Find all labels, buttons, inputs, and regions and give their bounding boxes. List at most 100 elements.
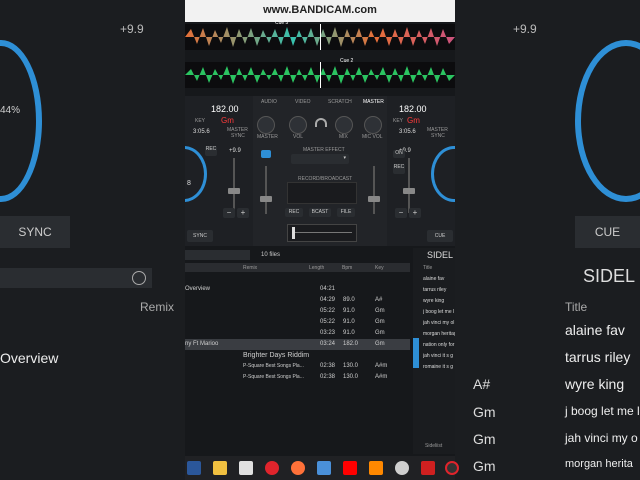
youtube-icon[interactable] [343,461,357,475]
deck-a-fx-button[interactable] [261,150,271,158]
bg-item-3: j boog let me l [565,404,640,418]
deck-b-volume-cap[interactable] [368,196,380,202]
mix-knob[interactable] [335,116,353,134]
deck-a-rec-label: REC [205,146,217,152]
track-bpm: 130.0 [343,374,359,380]
table-row[interactable]: P-Square Best Songs Pla... 02:38 130.0 A#m [185,372,410,383]
sideview-item[interactable]: jah vinci it s g [423,353,455,359]
deck-a-plus-button[interactable]: + [237,208,249,218]
vlc-icon[interactable] [369,461,383,475]
sideview-item[interactable]: wyre king [423,298,455,304]
track-length: 02:38 [320,374,336,380]
deck-b-volume-fader[interactable] [373,166,375,214]
track-length: 05:22 [320,319,336,325]
settings-gear-icon[interactable] [395,461,409,475]
rec-button[interactable]: REC [285,208,303,217]
bg-overview-text: Overview [0,350,59,366]
sideview-item[interactable]: romaine it s g [423,364,455,370]
deck-b-time: 3:05.6 [399,129,416,135]
bandicam-watermark: www.BANDICAM.com [185,0,455,22]
table-row[interactable]: P-Square Best Songs Pla... 02:38 130.0 A#m [185,361,410,372]
header-key[interactable]: Key [375,265,384,271]
waveform-deck-a[interactable]: Cue 5 [185,20,455,50]
track-bpm: 130.0 [343,363,359,369]
track-length: 03:24 [320,341,336,347]
deck-a-key[interactable]: Gm [221,116,234,125]
headphones-icon[interactable] [315,118,327,127]
word-icon[interactable] [187,461,201,475]
sideview-item[interactable]: alaine fav [423,276,455,282]
deck-b-pitch-fader[interactable] [408,158,410,213]
table-row[interactable]: 03:23 91.0 Gm [185,328,410,339]
background-right-blur: +9.9 CUE SIDEL Title alaine fav tarrus r… [455,0,640,480]
table-row[interactable]: 04:29 89.0 A# [185,295,410,306]
table-row[interactable]: 05:22 91.0 Gm [185,317,410,328]
header-bpm[interactable]: Bpm [342,265,352,271]
deck-b-rec-button[interactable]: REC [393,164,405,174]
record-icon[interactable] [445,461,459,475]
firefox-icon[interactable] [291,461,305,475]
sideview-item[interactable]: tarrus riley [423,287,455,293]
crossfader-cap[interactable] [292,227,295,239]
mic-volume-knob[interactable] [364,116,382,134]
sideview-vertical-tab[interactable] [413,338,419,368]
sideview-item[interactable]: morgan heritag [423,331,455,337]
deck-a-sync-button[interactable]: SYNC [187,230,213,242]
sideview-item[interactable]: j boog let me l [423,309,455,315]
file-button[interactable]: FILE [337,208,355,217]
track-bpm: 91.0 [343,330,355,336]
deck-a-volume-cap[interactable] [260,196,272,202]
deck-a-volume-fader[interactable] [265,166,267,214]
volume-knob[interactable] [289,116,307,134]
playhead-a [320,24,321,50]
master-knob[interactable] [257,116,275,134]
broadcast-button[interactable]: BCAST [309,208,331,217]
deck-b-rec-label: REC [393,164,405,170]
track-bpm: 91.0 [343,308,355,314]
tab-scratch[interactable]: SCRATCH [328,99,352,105]
waveform-deck-b[interactable]: Cue 2 [185,58,455,88]
deck-b-cue-button[interactable]: CUE [427,230,453,242]
track-length: 02:38 [320,363,336,369]
deck-a-rec-button[interactable]: REC [205,146,217,156]
network-icon[interactable] [317,461,331,475]
tab-audio[interactable]: AUDIO [261,99,277,105]
file-explorer-icon[interactable] [213,461,227,475]
bg-item-1: tarrus riley [565,349,631,365]
crossfader[interactable] [287,224,357,242]
bandicam-icon[interactable] [421,461,435,475]
header-remix[interactable]: Remix [243,265,257,271]
deck-b-on-button[interactable]: ON [393,150,405,158]
bg-clear-icon [132,271,146,285]
deck-b-pitch-cap[interactable] [403,188,415,194]
deck-a-pitch-fader[interactable] [233,158,235,213]
crossfader-track [292,232,352,233]
store-icon[interactable] [239,461,253,475]
deck-a-jogwheel[interactable] [185,146,207,202]
sideview-item[interactable]: nation only for [423,342,455,348]
deck-a-pitch-cap[interactable] [228,188,240,194]
deck-b-minus-button[interactable]: − [395,208,407,218]
deck-a-minus-button[interactable]: − [223,208,235,218]
header-length[interactable]: Length [309,265,324,271]
track-remix: P-Square Best Songs Pla... [243,374,304,380]
table-row[interactable]: 05:22 91.0 Gm [185,306,410,317]
tab-video[interactable]: VIDEO [295,99,311,105]
table-row[interactable]: Overview 04:21 [185,284,410,295]
broadcast-label: BCAST [311,209,329,215]
opera-icon[interactable] [265,461,279,475]
deck-b-jogwheel[interactable] [431,146,455,202]
browser-search-bar[interactable] [185,250,250,260]
table-row[interactable]: Brighter Days Riddim [185,350,410,361]
sideview-item[interactable]: jah vinci my ol [423,320,455,326]
windows-taskbar [185,456,459,480]
track-key: Gm [375,341,385,347]
deck-b-key[interactable]: Gm [407,116,420,125]
tab-master[interactable]: MASTER [363,99,384,105]
sideview-footer[interactable]: Sideliist [425,443,442,449]
deck-b-plus-button[interactable]: + [409,208,421,218]
master-effect-select[interactable]: ▾ [291,154,349,164]
table-row[interactable]: ny Ft Marioo 03:24 182.0 Gm [185,339,410,350]
file-count: 10 files [261,252,281,258]
background-left-blur: +9.9 44% SYNC Remix Overview [0,0,185,480]
